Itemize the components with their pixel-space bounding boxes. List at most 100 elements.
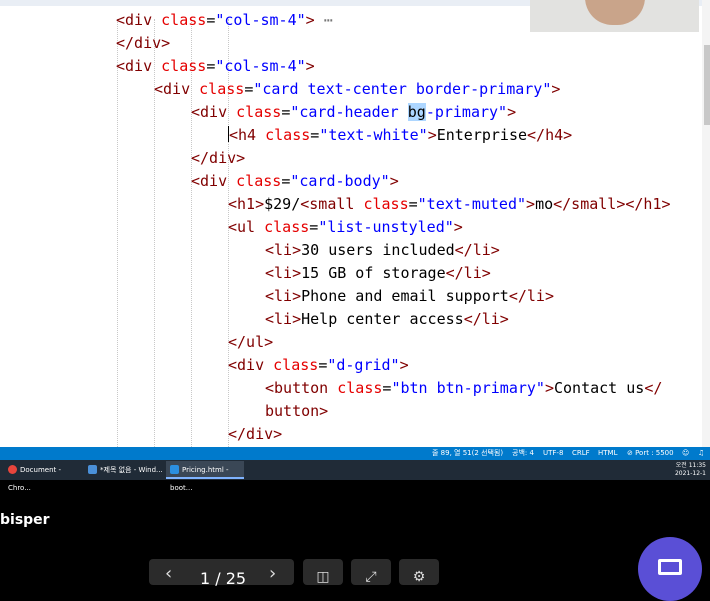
code-token: > [507, 103, 517, 121]
code-token: <li> [265, 264, 302, 282]
code-token: </h4> [527, 126, 573, 144]
code-token: = [206, 11, 216, 29]
next-page-button[interactable]: › [269, 563, 276, 584]
status-port[interactable]: ⊘ Port : 5500 [627, 447, 674, 460]
code-line[interactable]: <h1>$29/<small class="text-muted">mo</sm… [228, 193, 671, 215]
feedback-icon[interactable]: ☺ [682, 447, 689, 460]
taskbar: Document - Chro... *제목 없음 - Wind... Pric… [0, 460, 710, 492]
code-token: "card-body" [290, 172, 390, 190]
code-token: "col-sm-4" [215, 57, 306, 75]
code-token: </li> [445, 264, 491, 282]
code-line[interactable]: </div> [228, 423, 282, 445]
fullscreen-button[interactable]: ⤢ [351, 559, 391, 585]
taskbar-item-chrome[interactable]: Document - Chro... [4, 461, 84, 492]
code-token: <div [191, 103, 237, 121]
code-token: "card-header [290, 103, 408, 121]
code-line[interactable]: <div class="d-grid"> [228, 354, 409, 376]
taskbar-clock[interactable]: 오전 11:35 2021-12-1 [675, 462, 706, 478]
code-line[interactable]: <div class="card-header bg-primary"> [191, 101, 516, 123]
code-token: button> [265, 402, 329, 420]
status-eol[interactable]: CRLF [572, 447, 590, 460]
code-token: class [273, 356, 319, 374]
taskbar-item-vscode[interactable]: Pricing.html - boot... [166, 461, 244, 492]
code-token: "card text-center border-primary" [253, 80, 552, 98]
code-token: class [363, 195, 409, 213]
code-token: > [399, 356, 409, 374]
code-line[interactable]: <div class="card text-center border-prim… [154, 78, 560, 100]
code-line[interactable]: <h4 class="text-white">Enterprise</h4> [228, 124, 572, 146]
code-token: </div> [116, 34, 171, 52]
code-token: Phone and email support [301, 287, 509, 305]
code-line[interactable]: </div> [116, 32, 170, 54]
code-token: "btn btn-primary" [391, 379, 545, 397]
code-token: "col-sm-4" [215, 11, 306, 29]
code-line[interactable]: <div class="card-body"> [191, 170, 399, 192]
code-token: <div [228, 356, 274, 374]
code-token: mo [535, 195, 554, 213]
code-line[interactable]: </div> [191, 147, 245, 169]
page-indicator: 1 / 25 [200, 569, 247, 588]
code-token: -primary" [425, 103, 508, 121]
webcam-overlay [530, 0, 699, 32]
code-token: </li> [454, 241, 500, 259]
code-token: <div [116, 57, 162, 75]
status-position[interactable]: 줄 89, 열 51(2 선택됨) [432, 447, 503, 460]
sidebar-layout-icon: ◫ [316, 569, 330, 585]
code-editor[interactable]: <div class="col-sm-4"> ⋯ </div> <div class… [0, 0, 710, 447]
indent-guide [117, 19, 118, 447]
code-line[interactable]: <ul class="list-unstyled"> [228, 216, 463, 238]
settings-button[interactable]: ⚙ [399, 559, 439, 585]
code-line[interactable]: <button class="btn btn-primary">Contact … [265, 377, 662, 399]
code-token: = [244, 80, 254, 98]
code-token: Help center access [301, 310, 464, 328]
code-line[interactable]: <div class="col-sm-4"> [116, 55, 315, 77]
status-encoding[interactable]: UTF-8 [543, 447, 563, 460]
layout-button[interactable]: ◫ [303, 559, 343, 585]
code-token: ⋯ [314, 11, 333, 29]
code-token: class [337, 379, 383, 397]
code-token: <li> [265, 287, 302, 305]
code-token: </div> [228, 425, 283, 443]
code-line[interactable]: button> [265, 400, 328, 422]
code-line[interactable]: <li>30 users included</li> [265, 239, 500, 261]
code-token: <div [154, 80, 200, 98]
clock-time: 오전 11:35 [675, 462, 706, 469]
code-token: > [453, 218, 463, 236]
code-token: class [199, 80, 245, 98]
code-token: "list-unstyled" [318, 218, 454, 236]
code-token: = [206, 57, 216, 75]
status-spaces[interactable]: 공백: 4 [512, 447, 534, 460]
code-token: $29/ [264, 195, 301, 213]
laptop-icon [658, 559, 682, 575]
code-token: > [427, 126, 437, 144]
share-screen-button[interactable] [638, 537, 702, 601]
prev-page-button[interactable]: ‹ [165, 563, 172, 584]
code-token: <h1> [228, 195, 265, 213]
code-token: = [309, 218, 319, 236]
code-token: <small [300, 195, 364, 213]
code-token: > [526, 195, 536, 213]
code-line[interactable]: <li>15 GB of storage</li> [265, 262, 491, 284]
code-token: <ul [228, 218, 265, 236]
code-token: </ [644, 379, 663, 397]
code-line[interactable]: <div class="col-sm-4"> ⋯ [116, 9, 333, 31]
code-token: > [389, 172, 399, 190]
taskbar-item-notepad[interactable]: *제목 없음 - Wind... [84, 461, 166, 479]
code-line[interactable]: <li>Help center access</li> [265, 308, 509, 330]
code-token: </div> [191, 149, 246, 167]
status-language[interactable]: HTML [598, 447, 617, 460]
bell-icon[interactable]: ♫ [698, 447, 704, 460]
code-line[interactable]: <li>Phone and email support</li> [265, 285, 554, 307]
code-token: </ul> [228, 333, 274, 351]
code-token: <div [191, 172, 237, 190]
code-token: = [408, 195, 418, 213]
editor-scrollbar-thumb[interactable] [704, 45, 710, 125]
code-area[interactable]: <div class="col-sm-4"> ⋯ </div> <div class… [0, 9, 700, 447]
code-token: = [318, 356, 328, 374]
code-token: class [236, 172, 282, 190]
speaker-name: bisper [0, 512, 50, 528]
code-token: class [161, 57, 207, 75]
code-token: "text-muted" [417, 195, 527, 213]
slide-pager: ‹ 1 / 25 › [149, 559, 294, 588]
code-line[interactable]: </ul> [228, 331, 273, 353]
